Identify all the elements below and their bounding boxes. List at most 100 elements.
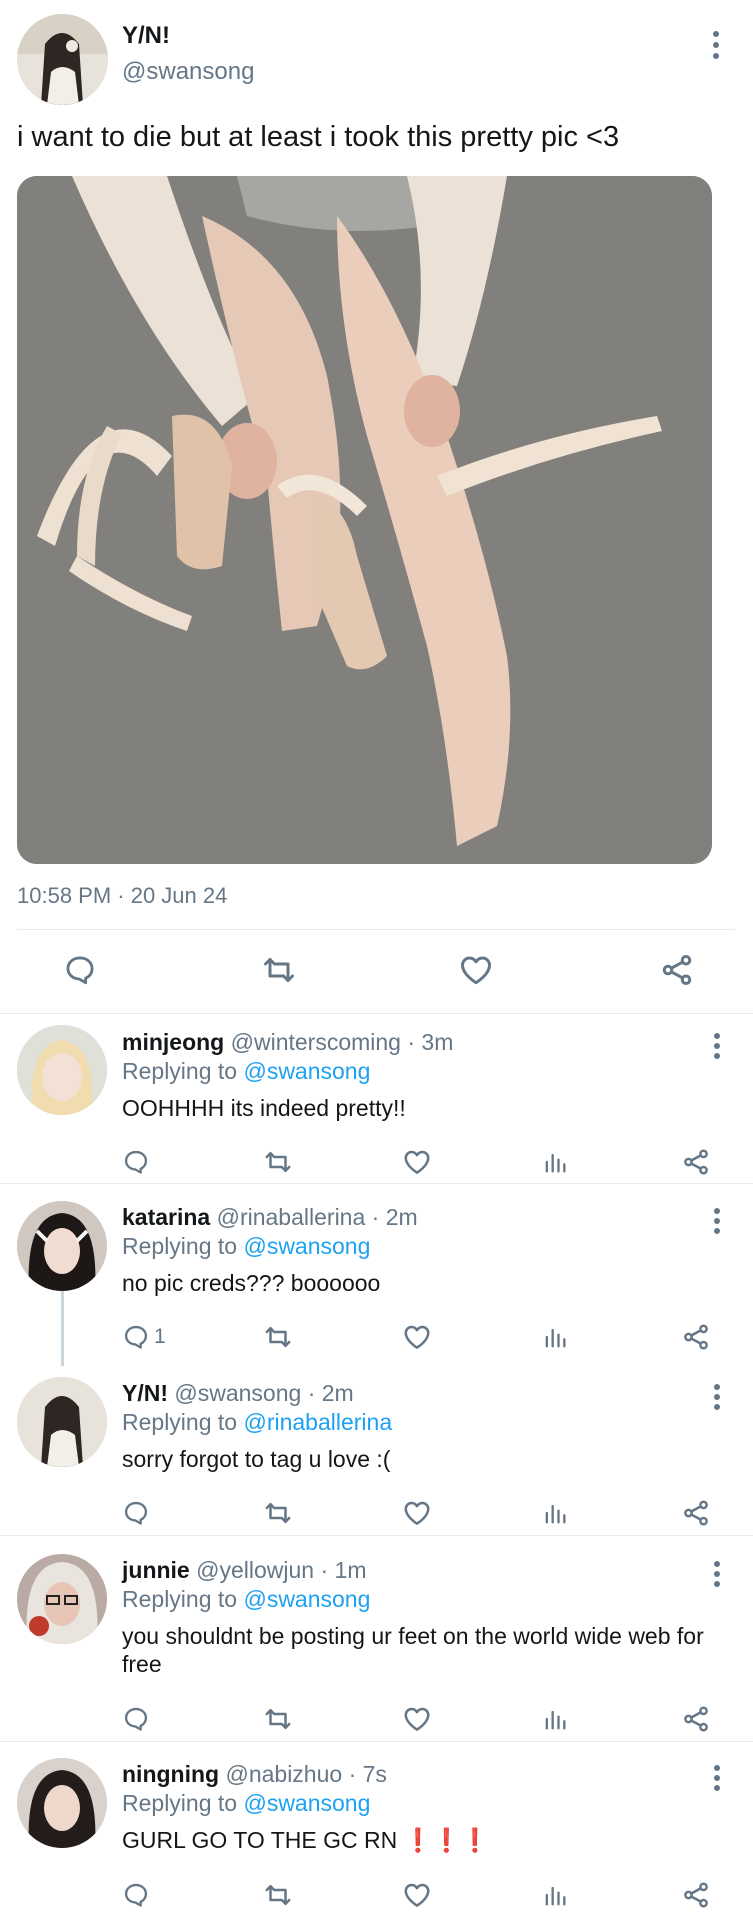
handle[interactable]: @rinaballerina: [217, 1204, 366, 1230]
retweet-icon[interactable]: [263, 1875, 293, 1915]
tweet-text: i want to die but at least i took this p…: [17, 121, 620, 153]
exclamation-emoji: ❗❗❗: [403, 1827, 490, 1853]
replying-to: Replying to @swansong: [122, 1586, 371, 1612]
reply-actions: [0, 1875, 753, 1915]
reply-count: 1: [154, 1325, 166, 1348]
replying-to-link[interactable]: @swansong: [243, 1790, 370, 1816]
retweet-icon[interactable]: [263, 1699, 293, 1739]
more-options-icon[interactable]: [705, 1763, 729, 1793]
reply-icon[interactable]: 1: [122, 1317, 166, 1357]
reply-tweet[interactable]: junnie @yellowjun · 1m Replying to @swan…: [0, 1538, 753, 1743]
avatar[interactable]: [17, 14, 108, 105]
like-icon[interactable]: [402, 1493, 432, 1533]
reply-actions: [0, 1699, 753, 1739]
share-icon[interactable]: [681, 1493, 711, 1533]
divider: [0, 1183, 753, 1184]
analytics-icon[interactable]: [541, 1142, 569, 1182]
handle[interactable]: @nabizhuo: [225, 1761, 342, 1787]
replying-to: Replying to @swansong: [122, 1233, 371, 1259]
handle[interactable]: @winterscoming: [231, 1029, 401, 1055]
handle[interactable]: @yellowjun: [196, 1557, 314, 1583]
tweet-photo[interactable]: [17, 176, 712, 864]
like-icon[interactable]: [451, 945, 501, 995]
reply-icon[interactable]: [122, 1493, 154, 1533]
display-name[interactable]: Y/N!: [122, 1380, 168, 1406]
more-options-icon[interactable]: [705, 1382, 729, 1412]
display-name[interactable]: ningning: [122, 1761, 219, 1787]
reply-icon[interactable]: [122, 1699, 154, 1739]
time: · 2m: [307, 1380, 354, 1406]
like-icon[interactable]: [402, 1875, 432, 1915]
time: · 2m: [371, 1204, 418, 1230]
reply-icon[interactable]: [122, 1875, 154, 1915]
replying-to: Replying to @swansong: [122, 1790, 371, 1816]
reply-tweet[interactable]: minjeong @winterscoming · 3m Replying to…: [0, 1015, 753, 1185]
share-icon[interactable]: [652, 945, 702, 995]
replying-to: Replying to @swansong: [122, 1058, 371, 1084]
retweet-icon[interactable]: [263, 1493, 293, 1533]
time: · 1m: [320, 1557, 367, 1583]
main-tweet: Y/N! @swansong i want to die but at leas…: [0, 0, 753, 1015]
retweet-icon[interactable]: [263, 1142, 293, 1182]
replying-to: Replying to @rinaballerina: [122, 1409, 393, 1435]
reply-icon[interactable]: [55, 945, 105, 995]
display-name[interactable]: junnie: [122, 1557, 190, 1583]
reply-actions: [0, 1142, 753, 1182]
replying-to-link[interactable]: @swansong: [243, 1586, 370, 1612]
more-options-icon[interactable]: [705, 1206, 729, 1236]
divider: [0, 1741, 753, 1742]
handle[interactable]: @swansong: [174, 1380, 301, 1406]
more-options-icon[interactable]: [704, 28, 728, 62]
replying-to-link[interactable]: @swansong: [243, 1058, 370, 1084]
analytics-icon[interactable]: [541, 1875, 569, 1915]
analytics-icon[interactable]: [541, 1317, 569, 1357]
timestamp: 10:58 PM · 20 Jun 24: [17, 883, 228, 908]
tweet-actions: [0, 945, 753, 1005]
reply-actions: [0, 1493, 753, 1533]
more-options-icon[interactable]: [705, 1559, 729, 1589]
time: · 3m: [407, 1029, 454, 1055]
more-options-icon[interactable]: [705, 1031, 729, 1061]
like-icon[interactable]: [402, 1317, 432, 1357]
reply-tweet[interactable]: katarina @rinaballerina · 2m Replying to…: [0, 1186, 753, 1366]
replying-to-link[interactable]: @swansong: [243, 1233, 370, 1259]
retweet-icon[interactable]: [254, 945, 304, 995]
handle[interactable]: @swansong: [122, 58, 254, 86]
reply-text: GURL GO TO THE GC RN ❗❗❗: [122, 1827, 490, 1853]
share-icon[interactable]: [681, 1142, 711, 1182]
reply-header: minjeong @winterscoming · 3m: [122, 1029, 453, 1056]
reply-icon[interactable]: [122, 1142, 154, 1182]
reply-text: sorry forgot to tag u love :(: [122, 1446, 391, 1472]
reply-tweet[interactable]: ningning @nabizhuo · 7s Replying to @swa…: [0, 1743, 753, 1920]
avatar[interactable]: [17, 1201, 107, 1291]
display-name[interactable]: katarina: [122, 1204, 210, 1230]
display-name[interactable]: minjeong: [122, 1029, 224, 1055]
reply-text: you shouldnt be posting ur feet on the w…: [122, 1623, 704, 1677]
reply-header: katarina @rinaballerina · 2m: [122, 1204, 418, 1231]
avatar[interactable]: [17, 1025, 107, 1115]
divider: [0, 1535, 753, 1536]
share-icon[interactable]: [681, 1699, 711, 1739]
reply-text: no pic creds??? boooooo: [122, 1270, 381, 1296]
reply-actions: 1: [0, 1317, 753, 1357]
divider: [17, 929, 735, 930]
retweet-icon[interactable]: [263, 1317, 293, 1357]
avatar[interactable]: [17, 1758, 107, 1848]
avatar[interactable]: [17, 1377, 107, 1467]
share-icon[interactable]: [681, 1875, 711, 1915]
reply-header: junnie @yellowjun · 1m: [122, 1557, 366, 1584]
display-name[interactable]: Y/N!: [122, 22, 170, 50]
like-icon[interactable]: [402, 1142, 432, 1182]
time: · 7s: [348, 1761, 387, 1787]
replying-to-link[interactable]: @rinaballerina: [243, 1409, 392, 1435]
reply-header: ningning @nabizhuo · 7s: [122, 1761, 387, 1788]
analytics-icon[interactable]: [541, 1493, 569, 1533]
reply-header: Y/N! @swansong · 2m: [122, 1380, 354, 1407]
reply-tweet[interactable]: Y/N! @swansong · 2m Replying to @rinabal…: [0, 1360, 753, 1537]
divider: [0, 1013, 753, 1014]
avatar[interactable]: [17, 1554, 107, 1644]
like-icon[interactable]: [402, 1699, 432, 1739]
share-icon[interactable]: [681, 1317, 711, 1357]
reply-text: OOHHHH its indeed pretty!!: [122, 1095, 406, 1121]
analytics-icon[interactable]: [541, 1699, 569, 1739]
